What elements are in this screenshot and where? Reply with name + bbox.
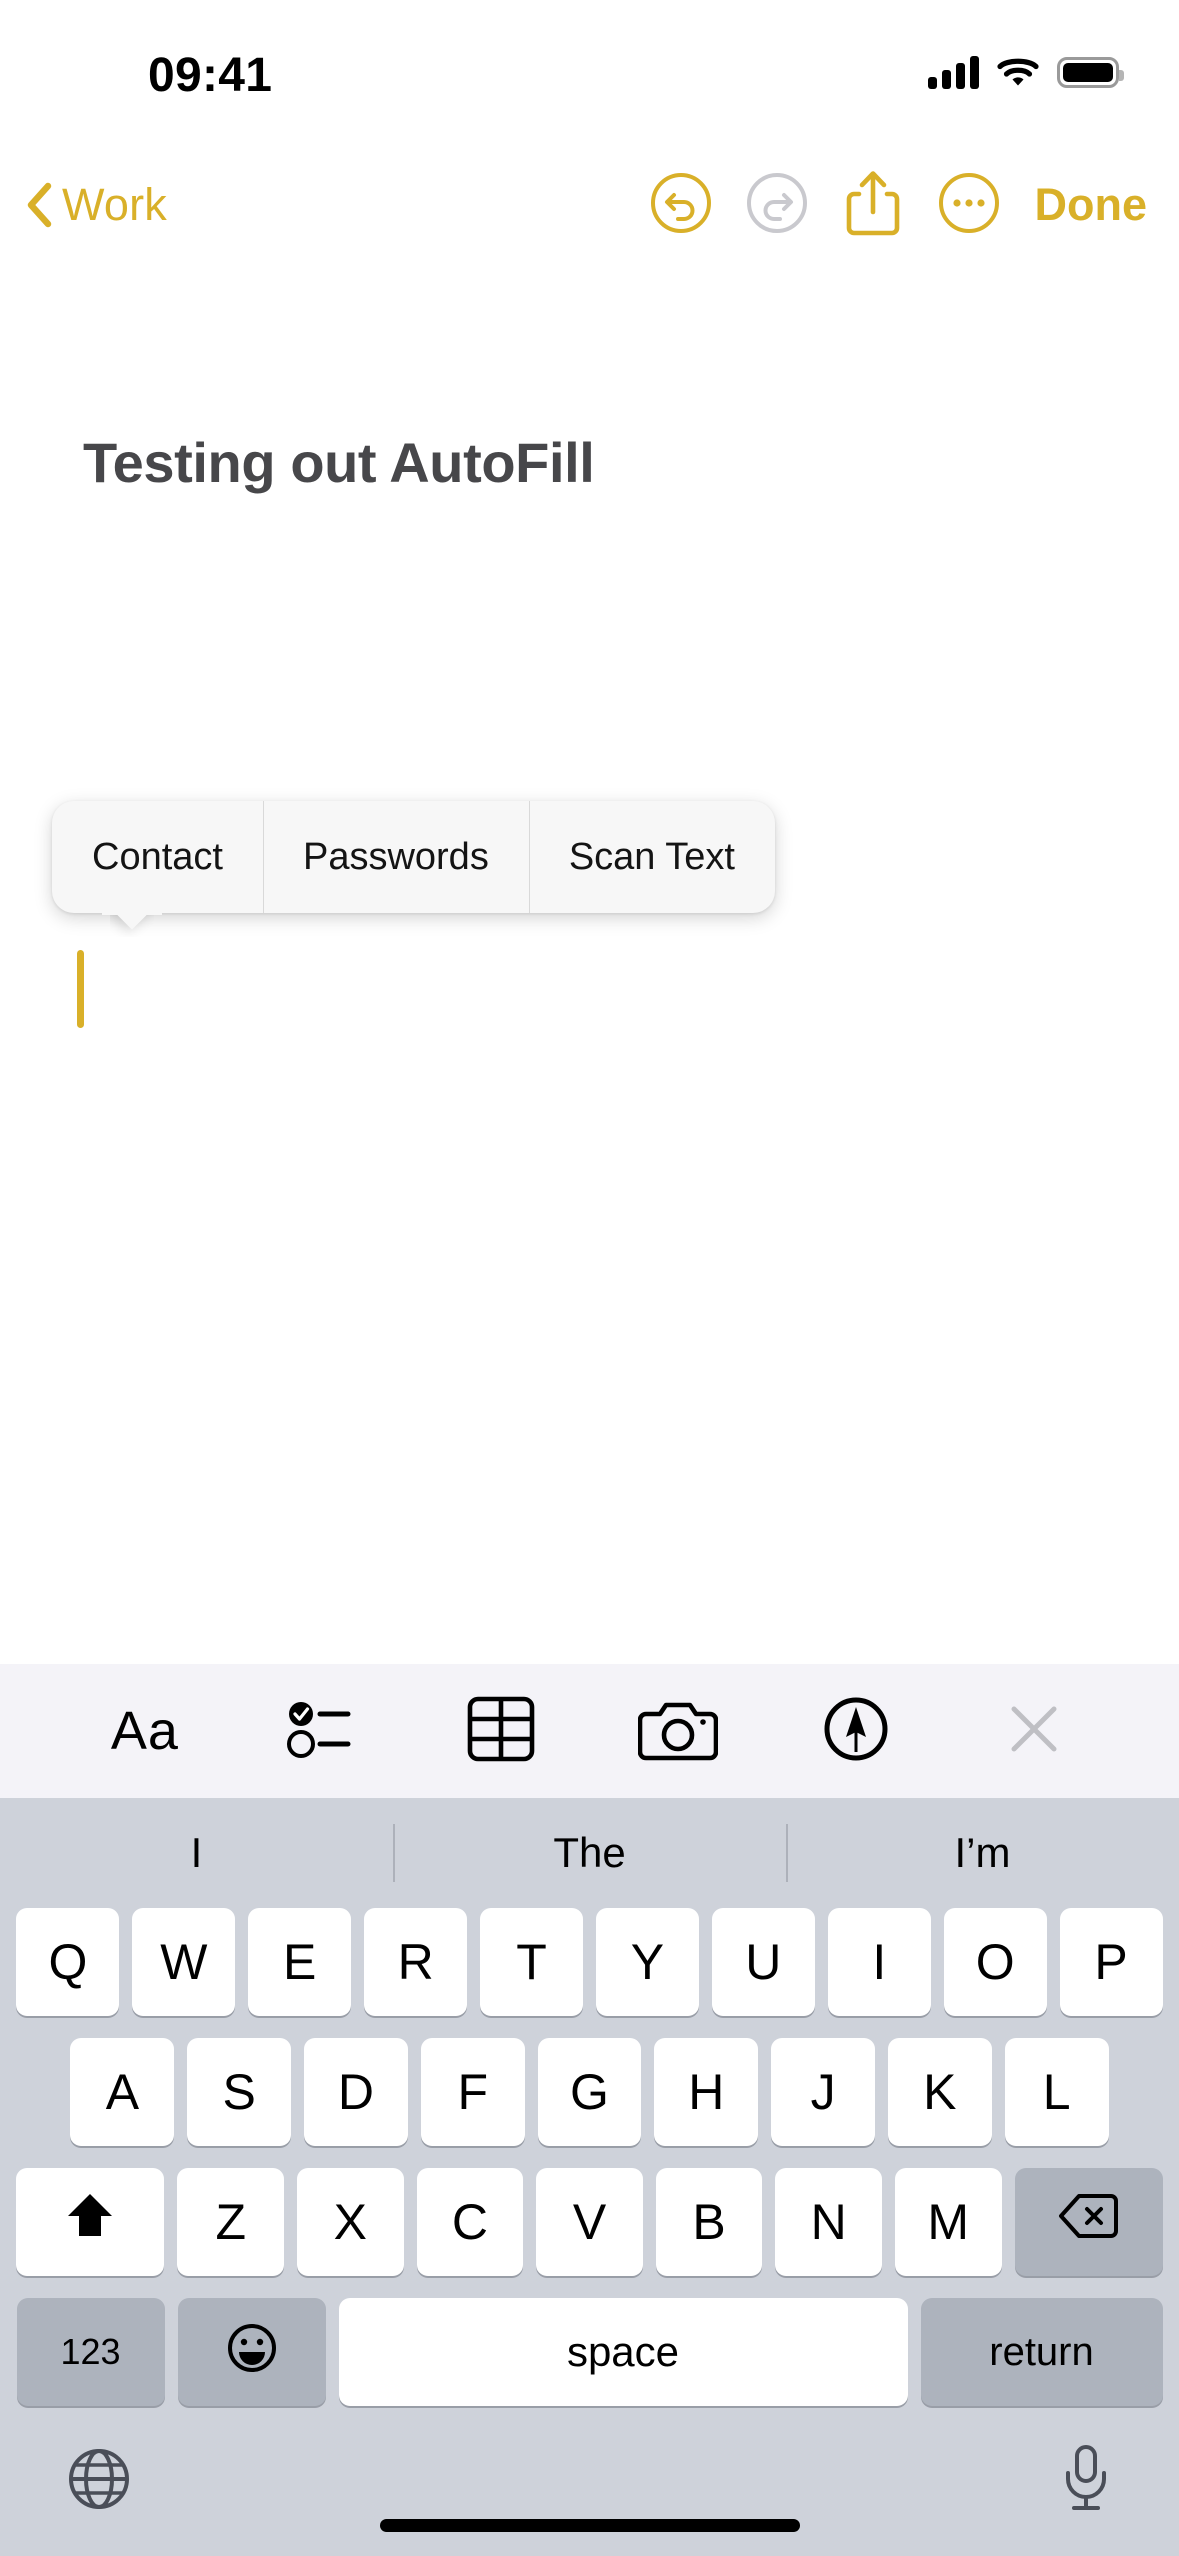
wifi-icon [997,56,1039,88]
key-l[interactable]: L [1004,2038,1109,2146]
undo-circle-icon [649,171,713,240]
signal-bars-icon [928,55,979,89]
shift-arrow-icon [65,2190,115,2254]
close-keyboard-button[interactable] [979,1676,1089,1786]
key-q[interactable]: Q [16,1908,120,2016]
key-v[interactable]: V [536,2168,643,2276]
predictive-text-bar: I The I’m [0,1798,1179,1908]
backspace-delete-icon [1058,2192,1120,2252]
key-h[interactable]: H [654,2038,759,2146]
keyboard-bottom-bar [0,2406,1179,2556]
format-aa-button[interactable]: Aa [90,1676,200,1786]
checklist-icon [286,1697,360,1766]
key-c[interactable]: C [416,2168,524,2276]
battery-icon [1057,56,1124,88]
emoji-smiley-icon [226,2322,278,2383]
key-s[interactable]: S [187,2038,292,2146]
globe-key[interactable] [66,2446,132,2517]
key-t[interactable]: T [480,1908,583,2016]
status-bar-indicators [928,55,1124,89]
key-r[interactable]: R [364,1908,468,2016]
note-body[interactable]: Testing out AutoFill Contact Passwords S… [0,260,1179,1664]
autofill-popover: Contact Passwords Scan Text [52,801,775,915]
key-i[interactable]: I [827,1908,931,2016]
note-title: Testing out AutoFill [83,431,595,494]
keyboard-row-1: Q W E R T Y U I O P [0,1908,1179,2016]
key-z[interactable]: Z [177,2168,285,2276]
redo-button[interactable] [729,157,825,253]
key-k[interactable]: K [887,2038,992,2146]
checklist-button[interactable] [268,1676,378,1786]
popover-item-contact[interactable]: Contact [52,801,263,913]
popover-caret-mask [102,907,162,915]
space-key[interactable]: space [338,2298,908,2406]
key-f[interactable]: F [420,2038,525,2146]
key-w[interactable]: W [132,1908,236,2016]
key-e[interactable]: E [248,1908,352,2016]
key-p[interactable]: P [1059,1908,1163,2016]
keyboard-row-4: 123 space return [0,2298,1179,2406]
table-button[interactable] [446,1676,556,1786]
prediction-3[interactable]: I’m [786,1798,1179,1908]
more-options-button[interactable] [921,157,1017,253]
prediction-2[interactable]: The [393,1798,786,1908]
key-y[interactable]: Y [596,1908,699,2016]
key-j[interactable]: J [771,2038,875,2146]
globe-icon [66,2448,132,2516]
key-a[interactable]: A [70,2038,175,2146]
autofill-popover-panel: Contact Passwords Scan Text [52,801,775,913]
ellipsis-circle-icon [937,171,1001,240]
software-keyboard: I The I’m Q W E R T Y U I O P A S D F G … [0,1798,1179,2556]
return-key[interactable]: return [920,2298,1163,2406]
notes-app-screen: 09:41 Work Done Testing out AutoFill Con… [0,0,1179,2556]
text-cursor [77,950,84,1028]
navigation-bar: Work Done [0,150,1179,260]
close-x-icon [1004,1699,1064,1764]
table-icon [465,1695,537,1768]
status-bar: 09:41 [0,0,1179,150]
microphone-icon [1059,2444,1113,2519]
dictation-key[interactable] [1059,2443,1113,2520]
shift-key[interactable] [16,2168,165,2276]
redo-circle-icon [745,171,809,240]
keyboard-row-2: A S D F G H J K L [0,2038,1179,2146]
key-u[interactable]: U [711,1908,815,2016]
camera-button[interactable] [623,1676,733,1786]
numbers-key[interactable]: 123 [16,2298,165,2406]
camera-icon [638,1696,719,1767]
share-icon [844,168,902,243]
key-d[interactable]: D [304,2038,408,2146]
home-indicator [379,2519,800,2532]
share-button[interactable] [825,157,921,253]
done-button[interactable]: Done [1029,179,1154,231]
key-o[interactable]: O [943,1908,1047,2016]
status-bar-time: 09:41 [148,49,273,102]
navigation-tools: Done [0,157,1179,253]
key-n[interactable]: N [775,2168,882,2276]
keyboard-row-3: Z X C V B N M [0,2168,1179,2276]
key-x[interactable]: X [297,2168,404,2276]
popover-item-scan-text[interactable]: Scan Text [528,801,775,913]
markup-button[interactable] [801,1676,911,1786]
backspace-key[interactable] [1014,2168,1163,2276]
key-b[interactable]: B [655,2168,763,2276]
key-m[interactable]: M [894,2168,1002,2276]
emoji-key[interactable] [177,2298,326,2406]
text-format-icon: Aa [110,1701,179,1761]
prediction-1[interactable]: I [0,1798,393,1908]
format-toolbar: Aa [0,1664,1179,1798]
key-g[interactable]: G [537,2038,642,2146]
markup-pen-icon [822,1695,890,1768]
undo-button[interactable] [633,157,729,253]
popover-item-passwords[interactable]: Passwords [262,801,529,913]
